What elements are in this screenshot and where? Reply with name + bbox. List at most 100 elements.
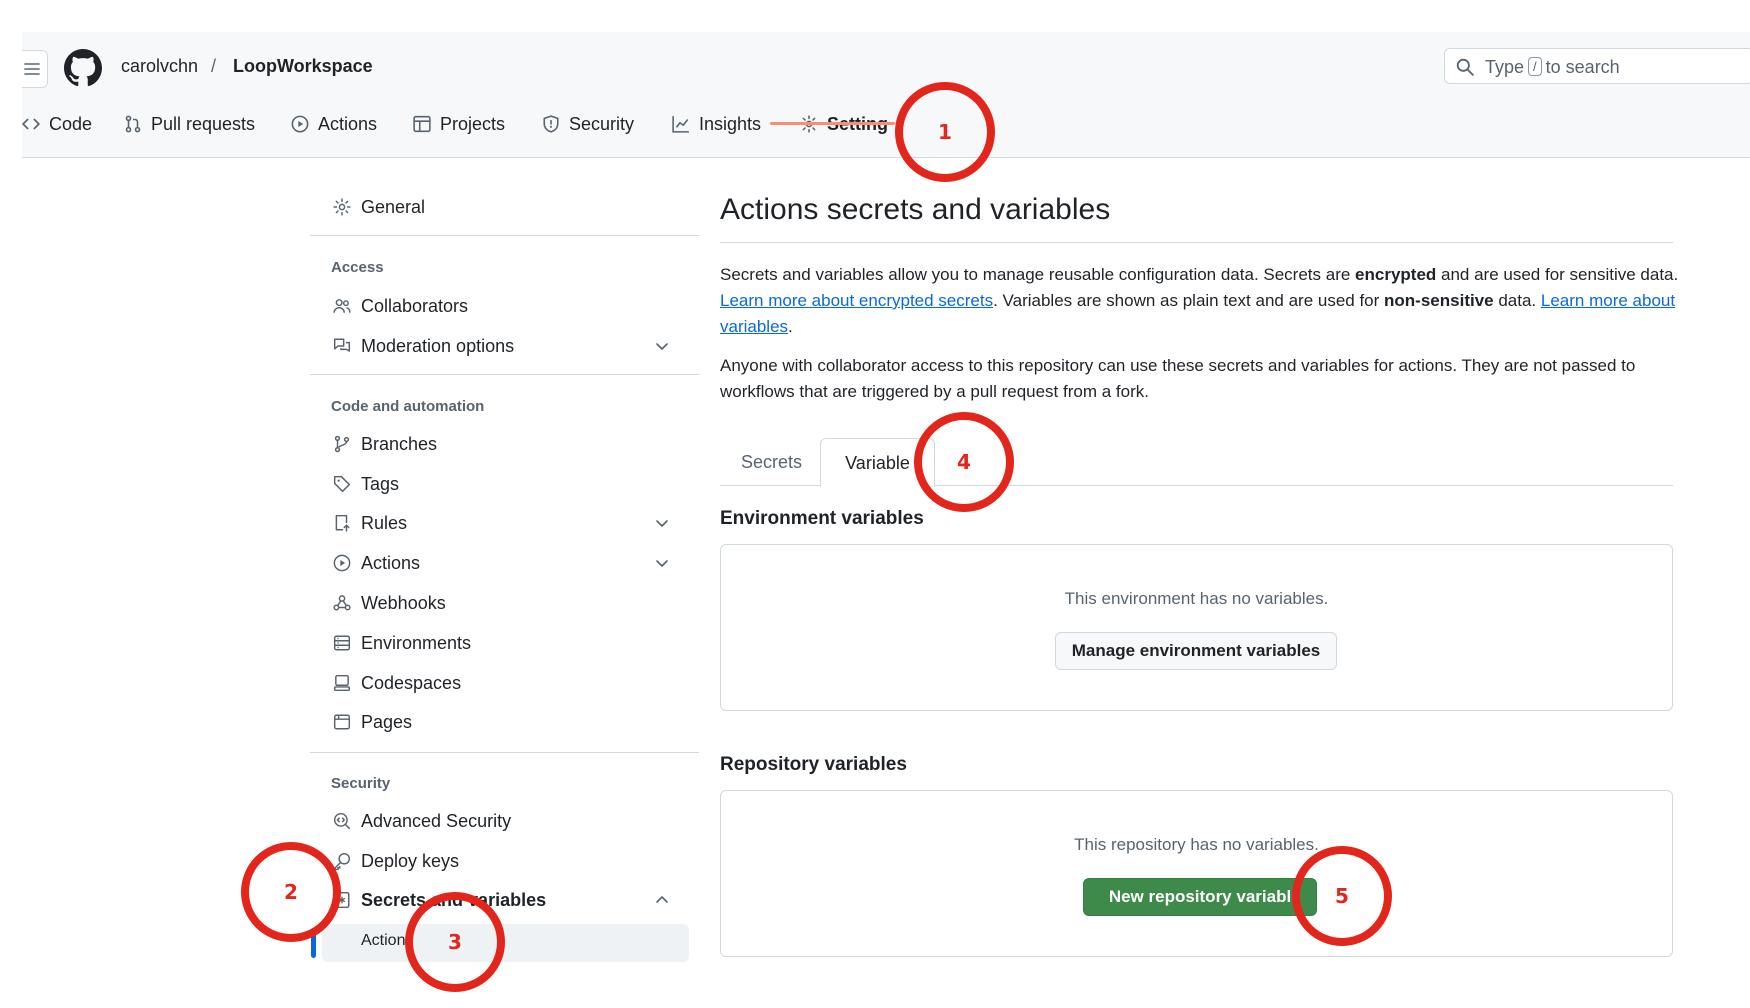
access-note-paragraph: Anyone with collaborator access to this … [720, 356, 1636, 401]
breadcrumb-repo[interactable]: LoopWorkspace [233, 56, 373, 77]
webhook-icon [333, 595, 351, 611]
sidebar-item-deploy-keys[interactable]: Deploy keys [310, 844, 690, 878]
sidebar-item-label: Moderation options [361, 335, 515, 356]
repository-empty-message: This repository has no variables. [1074, 835, 1319, 854]
repository-variables-box: This repository has no variables. New re… [720, 790, 1673, 957]
annotation-circle-3: 3 [405, 892, 505, 992]
sidebar-item-label: Webhooks [361, 592, 446, 613]
environment-variables-heading: Environment variables [720, 508, 924, 529]
graph-icon [672, 116, 689, 133]
tab-projects[interactable]: Projects [413, 112, 505, 158]
sidebar-item-label: Codespaces [361, 672, 462, 693]
shield-icon [543, 115, 559, 133]
breadcrumb-owner[interactable]: carolvchn [121, 56, 198, 77]
chevron-down-icon [656, 560, 668, 567]
annotation-circle-2: 2 [241, 842, 341, 942]
tab-settings[interactable]: Setting [800, 112, 888, 158]
tab-secrets[interactable]: Secrets [720, 438, 823, 486]
sidebar-item-actions[interactable]: Actions [310, 546, 690, 580]
environment-variables-box: This environment has no variables. Manag… [720, 544, 1673, 711]
sidebar-item-label: Environments [361, 632, 472, 653]
annotation-circle-1: 1 [895, 82, 995, 182]
play-icon [333, 554, 351, 572]
learn-encrypted-secrets-link[interactable]: Learn more about encrypted secrets [720, 291, 993, 310]
sidebar-item-rules[interactable]: Rules [310, 506, 690, 540]
sidebar-item-collaborators[interactable]: Collaborators [310, 289, 690, 323]
sidebar-item-advanced-security[interactable]: Advanced Security [310, 804, 690, 838]
play-icon [291, 115, 309, 133]
sidebar-item-secrets-and-variables[interactable]: Secrets and variables [310, 883, 690, 917]
tab-insights-label: Insights [699, 114, 762, 134]
breadcrumb-separator: / [211, 56, 217, 76]
sidebar-item-general[interactable]: General [310, 190, 690, 224]
sidebar-item-branches[interactable]: Branches [310, 427, 690, 461]
pull-request-icon [125, 115, 141, 133]
tab-code[interactable]: Code [22, 112, 92, 158]
repository-variables-heading: Repository variables [720, 754, 907, 775]
tab-projects-label: Projects [440, 114, 506, 134]
sidebar-divider [310, 374, 699, 375]
tab-code-label: Code [49, 114, 93, 134]
tab-actions[interactable]: Actions [291, 112, 377, 158]
table-icon [413, 115, 431, 133]
sidebar-item-label: Advanced Security [361, 810, 512, 831]
repo-push-icon [335, 514, 350, 532]
top-bar: carolvchn / LoopWorkspace Type / to search… [22, 32, 1750, 158]
environment-empty-message: This environment has no variables. [1064, 589, 1329, 608]
comment-discussion-icon [333, 338, 351, 352]
tab-security-label: Security [569, 114, 635, 134]
server-icon [333, 635, 351, 651]
sidebar-heading-security: Security [331, 775, 391, 792]
tab-actions-label: Actions [318, 114, 378, 134]
search-placeholder: Type / to search [1485, 57, 1620, 77]
gear-icon [333, 198, 351, 216]
sidebar-item-label: Collaborators [361, 295, 469, 316]
tab-pull-requests[interactable]: Pull requests [124, 112, 255, 158]
chevron-down-icon [656, 520, 668, 527]
sidebar-divider [310, 235, 699, 236]
slash-key-hint: / [1528, 57, 1542, 76]
sidebar-item-environments[interactable]: Environments [310, 626, 690, 660]
annotation-circle-4: 4 [914, 412, 1014, 512]
tab-insights[interactable]: Insights [672, 112, 761, 158]
manage-environment-variables-button[interactable]: Manage environment variables [1055, 632, 1337, 670]
description-paragraph: Secrets and variables allow you to manag… [720, 265, 1679, 336]
chevron-down-icon [656, 343, 668, 350]
active-tab-underline [770, 122, 895, 125]
codespaces-icon [333, 674, 351, 692]
search-icon [1456, 58, 1474, 76]
sidebar-item-label: Branches [361, 433, 438, 454]
codescan-icon [333, 812, 351, 830]
title-divider [720, 242, 1673, 243]
sidebar-item-label: General [361, 196, 426, 217]
sidebar-heading-code-automation: Code and automation [331, 398, 485, 415]
sidebar-item-codespaces[interactable]: Codespaces [310, 666, 690, 700]
sidebar-heading-access: Access [331, 259, 384, 276]
page-title: Actions secrets and variables [720, 193, 1111, 226]
sidebar-divider [310, 752, 699, 753]
sidebar-item-label: Actions [361, 552, 421, 573]
browser-icon [333, 714, 351, 730]
menu-button[interactable] [22, 50, 48, 88]
code-icon [22, 118, 40, 130]
tab-pull-requests-label: Pull requests [151, 114, 256, 134]
git-branch-icon [334, 435, 350, 453]
sidebar-item-webhooks[interactable]: Webhooks [310, 586, 690, 620]
people-icon [333, 299, 351, 313]
sidebar-item-moderation-options[interactable]: Moderation options [310, 329, 690, 363]
sidebar-item-label: Pages [361, 711, 413, 732]
key-icon [334, 852, 351, 870]
sidebar-item-label: Tags [361, 473, 400, 494]
sidebar-item-pages[interactable]: Pages [310, 705, 690, 739]
tab-security[interactable]: Security [542, 112, 634, 158]
sidebar-item-tags[interactable]: Tags [310, 467, 690, 501]
sidebar-item-label: Deploy keys [361, 850, 460, 871]
tag-icon [333, 475, 351, 493]
github-logo-icon[interactable] [64, 49, 102, 92]
chevron-up-icon [656, 896, 668, 903]
sidebar-item-label: Rules [361, 512, 408, 533]
hamburger-icon [24, 63, 40, 75]
search-input[interactable]: Type / to search [1444, 48, 1750, 84]
annotation-circle-5: 5 [1292, 846, 1392, 946]
new-repository-variable-button[interactable]: New repository variabl [1083, 878, 1317, 916]
